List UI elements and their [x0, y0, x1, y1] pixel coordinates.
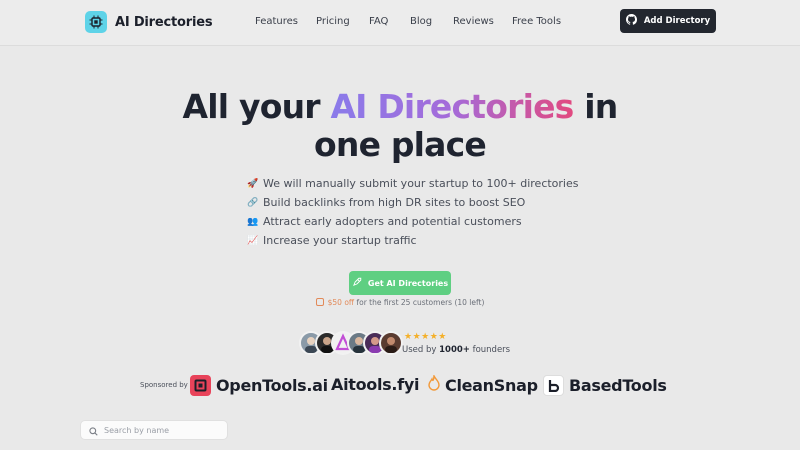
feature-list: 🚀 We will manually submit your startup t… [247, 174, 587, 250]
link-icon: 🔗 [247, 197, 259, 208]
nav-features[interactable]: Features [255, 16, 298, 27]
list-item: 🔗 Build backlinks from high DR sites to … [247, 193, 587, 212]
basedtools-logo-icon [543, 375, 564, 396]
users-icon: 👥 [247, 216, 259, 227]
nav-blog[interactable]: Blog [410, 16, 432, 27]
nav-free-tools[interactable]: Free Tools [512, 16, 561, 27]
github-icon [625, 14, 637, 28]
used-suffix: founders [469, 345, 511, 355]
nav-reviews[interactable]: Reviews [453, 16, 494, 27]
add-directory-label: Add Directory [643, 16, 711, 26]
hero-title: All your AI Directories in one place [0, 88, 800, 164]
feature-text: We will manually submit your startup to … [263, 177, 579, 190]
cta-label: Get AI Directories [367, 278, 449, 288]
site-header: AI Directories Features Pricing FAQ Blog… [0, 0, 800, 46]
sponsor-basedtools[interactable]: BasedTools [543, 375, 667, 396]
sponsor-opentools[interactable]: OpenTools.ai [190, 375, 328, 396]
list-item: 📈 Increase your startup traffic [247, 231, 587, 250]
avatar [379, 331, 403, 355]
used-count: 1000+ [439, 345, 470, 355]
get-ai-directories-button[interactable]: Get AI Directories [349, 271, 451, 295]
sponsor-name: CleanSnap [445, 375, 538, 395]
rocket-icon [352, 277, 362, 289]
search-input[interactable] [104, 425, 224, 435]
chart-icon: 📈 [247, 235, 259, 246]
sponsor-aitools[interactable]: Aitools.fyi [331, 375, 419, 394]
rocket-icon: 🚀 [247, 178, 259, 189]
opentools-logo-icon [190, 375, 211, 396]
used-prefix: Used by [402, 345, 440, 355]
sponsor-name: Aitools.fyi [331, 375, 420, 394]
list-item: 🚀 We will manually submit your startup t… [247, 174, 587, 193]
promo-discount: $50 off [327, 298, 355, 307]
sponsor-label: Sponsored by [140, 381, 188, 389]
used-by-text: Used by 1000+ founders [402, 345, 510, 355]
hero-title-part1: All your [182, 87, 331, 126]
search-box [80, 420, 228, 440]
hero-title-line2: one place [314, 125, 487, 164]
list-item: 👥 Attract early adopters and potential c… [247, 212, 587, 231]
sponsor-cleansnap[interactable]: CleanSnap [428, 373, 538, 395]
tag-icon [315, 298, 324, 306]
chip-icon [85, 11, 107, 33]
nav-pricing[interactable]: Pricing [316, 16, 350, 27]
add-directory-button[interactable]: Add Directory [620, 9, 716, 33]
rating-stars: ★★★★★ [404, 332, 447, 342]
flame-icon [428, 373, 440, 395]
feature-text: Increase your startup traffic [263, 234, 417, 247]
logo-text: AI Directories [115, 14, 213, 30]
sponsor-name: BasedTools [569, 376, 667, 395]
promo-text: $50 off for the first 25 customers (10 l… [0, 298, 800, 307]
nav-faq[interactable]: FAQ [369, 16, 388, 27]
logo[interactable]: AI Directories [85, 11, 213, 33]
feature-text: Attract early adopters and potential cus… [263, 215, 522, 228]
search-icon [89, 421, 98, 440]
hero-title-part2: in [573, 87, 618, 126]
feature-text: Build backlinks from high DR sites to bo… [263, 196, 526, 209]
promo-details: for the first 25 customers (10 left) [354, 298, 485, 307]
sponsor-name: OpenTools.ai [216, 376, 328, 395]
avatar-group [299, 331, 403, 357]
hero-title-highlight: AI Directories [330, 87, 574, 126]
